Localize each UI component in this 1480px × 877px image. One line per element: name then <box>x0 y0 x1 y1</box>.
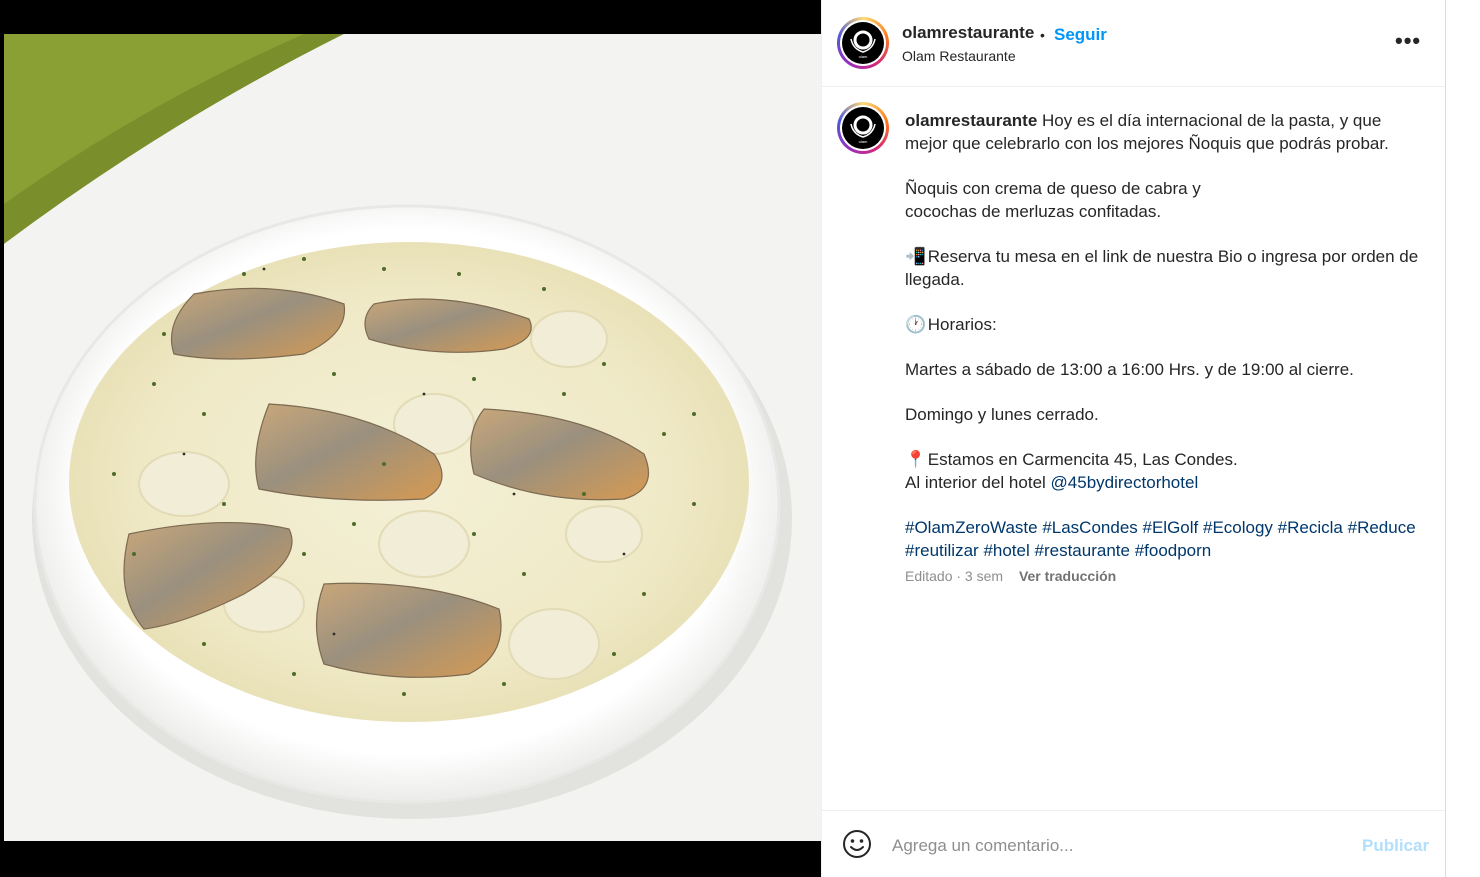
olam-logo-icon: olam <box>846 26 880 60</box>
hashtag-link[interactable]: #Reduce <box>1348 518 1416 537</box>
caption-dish-line-2: cocochas de merluzas confitadas. <box>905 202 1162 221</box>
post-header: olam olamrestaurante • Seguir Olam Resta… <box>822 0 1446 87</box>
separator-dot: • <box>1040 27 1045 43</box>
caption-reserve: Reserva tu mesa en el link de nuestra Bi… <box>905 247 1419 289</box>
page-margin <box>1445 0 1480 877</box>
post-details-panel: olam olamrestaurante • Seguir Olam Resta… <box>821 0 1446 877</box>
hashtag-link[interactable]: #reutilizar <box>905 541 979 560</box>
follow-button[interactable]: Seguir <box>1054 25 1107 45</box>
post-location[interactable]: Olam Restaurante <box>902 48 1016 64</box>
hashtag-link[interactable]: #restaurante <box>1035 541 1130 560</box>
comment-input[interactable] <box>892 833 1332 859</box>
hashtag-link[interactable]: #OlamZeroWaste <box>905 518 1038 537</box>
hashtag-link[interactable]: #LasCondes <box>1042 518 1137 537</box>
see-translation-button[interactable]: Ver traducción <box>1019 568 1116 584</box>
header-username[interactable]: olamrestaurante <box>902 23 1034 43</box>
comment-bar: Publicar <box>822 810 1446 877</box>
caption-hours-weekdays: Martes a sábado de 13:00 a 16:00 Hrs. y … <box>905 360 1354 379</box>
hashtag-link[interactable]: #foodporn <box>1135 541 1212 560</box>
pin-icon: 📍 <box>905 450 927 469</box>
hashtag-link[interactable]: #ElGolf <box>1143 518 1199 537</box>
food-photo-illustration <box>4 34 821 841</box>
caption-address: Estamos en Carmencita 45, Las Condes. <box>927 450 1238 469</box>
hashtag-link[interactable]: #Recicla <box>1278 518 1343 537</box>
hashtag-link[interactable]: #Ecology <box>1203 518 1273 537</box>
svg-text:olam: olam <box>859 54 868 59</box>
caption-avatar[interactable]: olam <box>837 102 889 154</box>
clock-icon: 🕐 <box>905 315 927 334</box>
profile-avatar[interactable]: olam <box>837 17 889 69</box>
olam-logo-icon: olam <box>846 111 880 145</box>
publish-button[interactable]: Publicar <box>1362 836 1429 856</box>
hashtag-list: #OlamZeroWaste #LasCondes #ElGolf #Ecolo… <box>905 516 1425 562</box>
hotel-mention-link[interactable]: @45bydirectorhotel <box>1051 473 1199 492</box>
post-caption: olamrestaurante Hoy es el día internacio… <box>905 109 1425 562</box>
more-options-icon[interactable]: ••• <box>1395 28 1425 53</box>
svg-text:olam: olam <box>859 139 868 144</box>
post-meta: Editado · 3 sem Ver traducción <box>905 568 1116 584</box>
caption-hours-title: Horarios: <box>927 315 997 334</box>
post-media <box>0 0 821 877</box>
edited-timestamp: Editado · 3 sem <box>905 568 1004 584</box>
caption-username[interactable]: olamrestaurante <box>905 111 1037 130</box>
caption-dish-line-1: Ñoquis con crema de queso de cabra y <box>905 179 1201 198</box>
caption-hours-closed: Domingo y lunes cerrado. <box>905 405 1099 424</box>
post-photo[interactable] <box>4 34 821 841</box>
emoji-picker-icon[interactable] <box>842 829 872 859</box>
phone-icon: 📲 <box>905 247 927 266</box>
hashtag-link[interactable]: #hotel <box>983 541 1029 560</box>
caption-hotel-prefix: Al interior del hotel <box>905 473 1046 492</box>
